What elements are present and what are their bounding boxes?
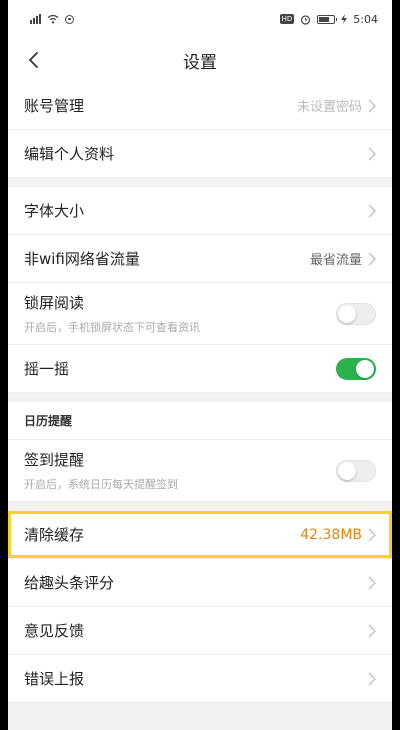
checkin-reminder-desc: 开启后，系统日历每天提醒签到	[24, 478, 178, 491]
notification-icon	[65, 14, 74, 24]
password-status: 未设置密码	[296, 100, 362, 115]
shake-toggle[interactable]	[336, 357, 376, 380]
clear-cache-label: 清除缓存	[24, 526, 85, 544]
edit-profile-label: 编辑个人资料	[24, 145, 115, 163]
lockscreen-reading-label: 锁屏阅读	[24, 294, 85, 312]
clock: 5:04	[353, 12, 378, 26]
chevron-right-icon	[368, 527, 376, 542]
report-error-row[interactable]: 错误上报	[8, 655, 392, 703]
data-saver-value: 最省流量	[309, 253, 362, 268]
lockscreen-reading-toggle[interactable]	[336, 302, 376, 325]
checkin-reminder-row: 签到提醒 开启后，系统日历每天提醒签到	[8, 440, 392, 502]
wifi-icon	[47, 14, 59, 24]
back-arrow-icon[interactable]	[24, 50, 44, 70]
battery-icon	[317, 14, 338, 24]
chevron-right-icon	[368, 251, 376, 266]
nav-bar: 设置	[8, 38, 392, 82]
font-size-label: 字体大小	[24, 202, 85, 220]
font-size-row[interactable]: 字体大小	[8, 187, 392, 235]
account-manage-label: 账号管理	[24, 97, 85, 115]
chevron-right-icon	[368, 575, 376, 590]
alarm-icon	[301, 14, 311, 25]
hd-icon: HD	[279, 14, 295, 24]
feedback-row[interactable]: 意见反馈	[8, 607, 392, 655]
section-gap	[8, 502, 392, 511]
checkin-reminder-toggle[interactable]	[336, 459, 376, 482]
account-manage-row[interactable]: 账号管理 未设置密码	[8, 82, 392, 130]
report-error-label: 错误上报	[24, 670, 85, 688]
shake-row: 摇一摇	[8, 345, 392, 393]
chevron-right-icon	[368, 203, 376, 218]
calendar-reminder-header: 日历提醒	[8, 402, 392, 440]
chevron-right-icon	[368, 623, 376, 638]
lockscreen-reading-desc: 开启后，手机锁屏状态下可查看资讯	[24, 321, 200, 334]
section-gap	[8, 178, 392, 187]
status-bar: HD 5:04	[8, 0, 392, 38]
data-saver-label: 非wifi网络省流量	[24, 250, 140, 268]
shake-label: 摇一摇	[24, 360, 70, 378]
chevron-right-icon	[368, 671, 376, 686]
chevron-right-icon	[368, 146, 376, 161]
page-title: 设置	[183, 52, 217, 73]
chevron-right-icon	[368, 98, 376, 113]
edit-profile-row[interactable]: 编辑个人资料	[8, 130, 392, 178]
checkin-reminder-label: 签到提醒	[24, 451, 85, 469]
signal-icon	[30, 14, 41, 24]
rate-app-row[interactable]: 给趣头条评分	[8, 559, 392, 607]
phone-screen: HD 5:04 设置 账号管理 未设置密码 编辑个人资料 字体大小 非wifi网…	[8, 0, 392, 730]
lockscreen-reading-row: 锁屏阅读 开启后，手机锁屏状态下可查看资讯	[8, 283, 392, 345]
data-saver-row[interactable]: 非wifi网络省流量 最省流量	[8, 235, 392, 283]
feedback-label: 意见反馈	[24, 622, 85, 640]
clear-cache-row[interactable]: 清除缓存 42.38MB	[8, 511, 392, 559]
charging-icon	[341, 14, 348, 24]
rate-app-label: 给趣头条评分	[24, 574, 115, 592]
section-gap	[8, 393, 392, 402]
cache-size: 42.38MB	[300, 526, 362, 543]
